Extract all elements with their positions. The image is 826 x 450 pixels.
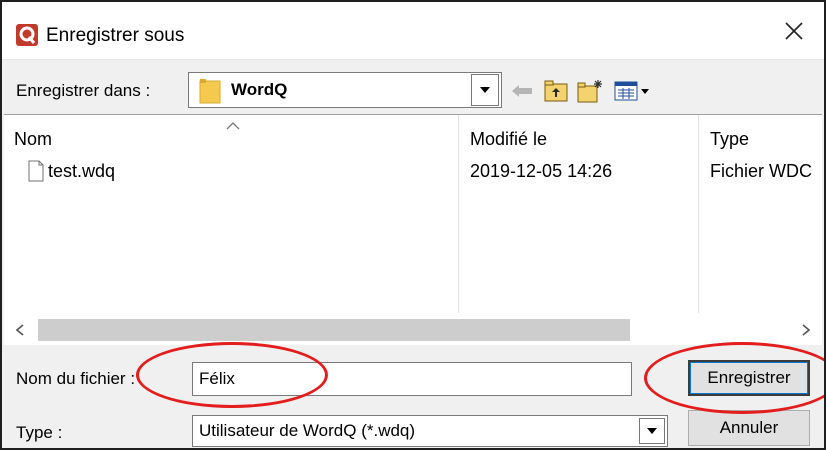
up-folder-button[interactable]: [542, 78, 570, 104]
view-menu-icon: [614, 81, 649, 101]
wordq-app-icon: [16, 24, 38, 46]
filename-label: Nom du fichier :: [16, 369, 136, 388]
back-button[interactable]: [508, 78, 536, 104]
horizontal-scrollbar[interactable]: [4, 315, 822, 345]
filetype-select[interactable]: Utilisateur de WordQ (*.wdq): [192, 415, 668, 447]
column-separator: [458, 115, 459, 313]
chevron-down-icon: [480, 87, 490, 93]
lookin-value: WordQ: [231, 80, 288, 99]
new-folder-icon: [577, 80, 602, 103]
scrollbar-thumb[interactable]: [38, 319, 630, 341]
column-header-name[interactable]: Nom: [14, 127, 52, 151]
folder-icon: [199, 78, 221, 104]
filetype-dropdown-button[interactable]: [639, 418, 665, 444]
save-button[interactable]: Enregistrer: [688, 360, 810, 396]
filetype-label: Type :: [16, 423, 63, 442]
file-list[interactable]: Nom Modifié le Type test.wdq 2019-12-05 …: [4, 114, 822, 345]
up-folder-icon: [544, 80, 568, 102]
sort-ascending-icon: [226, 117, 240, 135]
file-icon: [28, 160, 44, 182]
column-header-modified[interactable]: Modifié le: [470, 127, 547, 151]
new-folder-button[interactable]: [576, 78, 604, 104]
back-arrow-icon: [512, 85, 532, 97]
view-menu-button[interactable]: [612, 78, 652, 104]
close-button[interactable]: [764, 2, 824, 60]
save-as-dialog: Enregistrer sous Enregistrer dans : Word…: [0, 0, 826, 450]
lookin-combobox[interactable]: WordQ: [188, 72, 502, 108]
filetype-value: Utilisateur de WordQ (*.wdq): [199, 421, 416, 440]
lookin-label: Enregistrer dans :: [16, 81, 151, 100]
file-row-name[interactable]: test.wdq: [48, 159, 115, 183]
column-separator: [698, 115, 699, 313]
filename-input[interactable]: Félix: [192, 362, 632, 396]
file-row-modified: 2019-12-05 14:26: [470, 161, 613, 181]
lookin-dropdown-button[interactable]: [471, 74, 499, 106]
cancel-button[interactable]: Annuler: [688, 410, 810, 446]
window-title: Enregistrer sous: [46, 25, 185, 46]
file-row-type: Fichier WDC: [710, 161, 812, 181]
close-icon: [785, 22, 803, 40]
scroll-left-button[interactable]: [8, 318, 32, 342]
scroll-right-button[interactable]: [794, 318, 818, 342]
title-bar: Enregistrer sous: [2, 2, 824, 60]
column-header-type[interactable]: Type: [710, 127, 749, 151]
chevron-left-icon: [16, 324, 24, 336]
chevron-down-icon: [647, 428, 657, 434]
chevron-right-icon: [802, 324, 810, 336]
